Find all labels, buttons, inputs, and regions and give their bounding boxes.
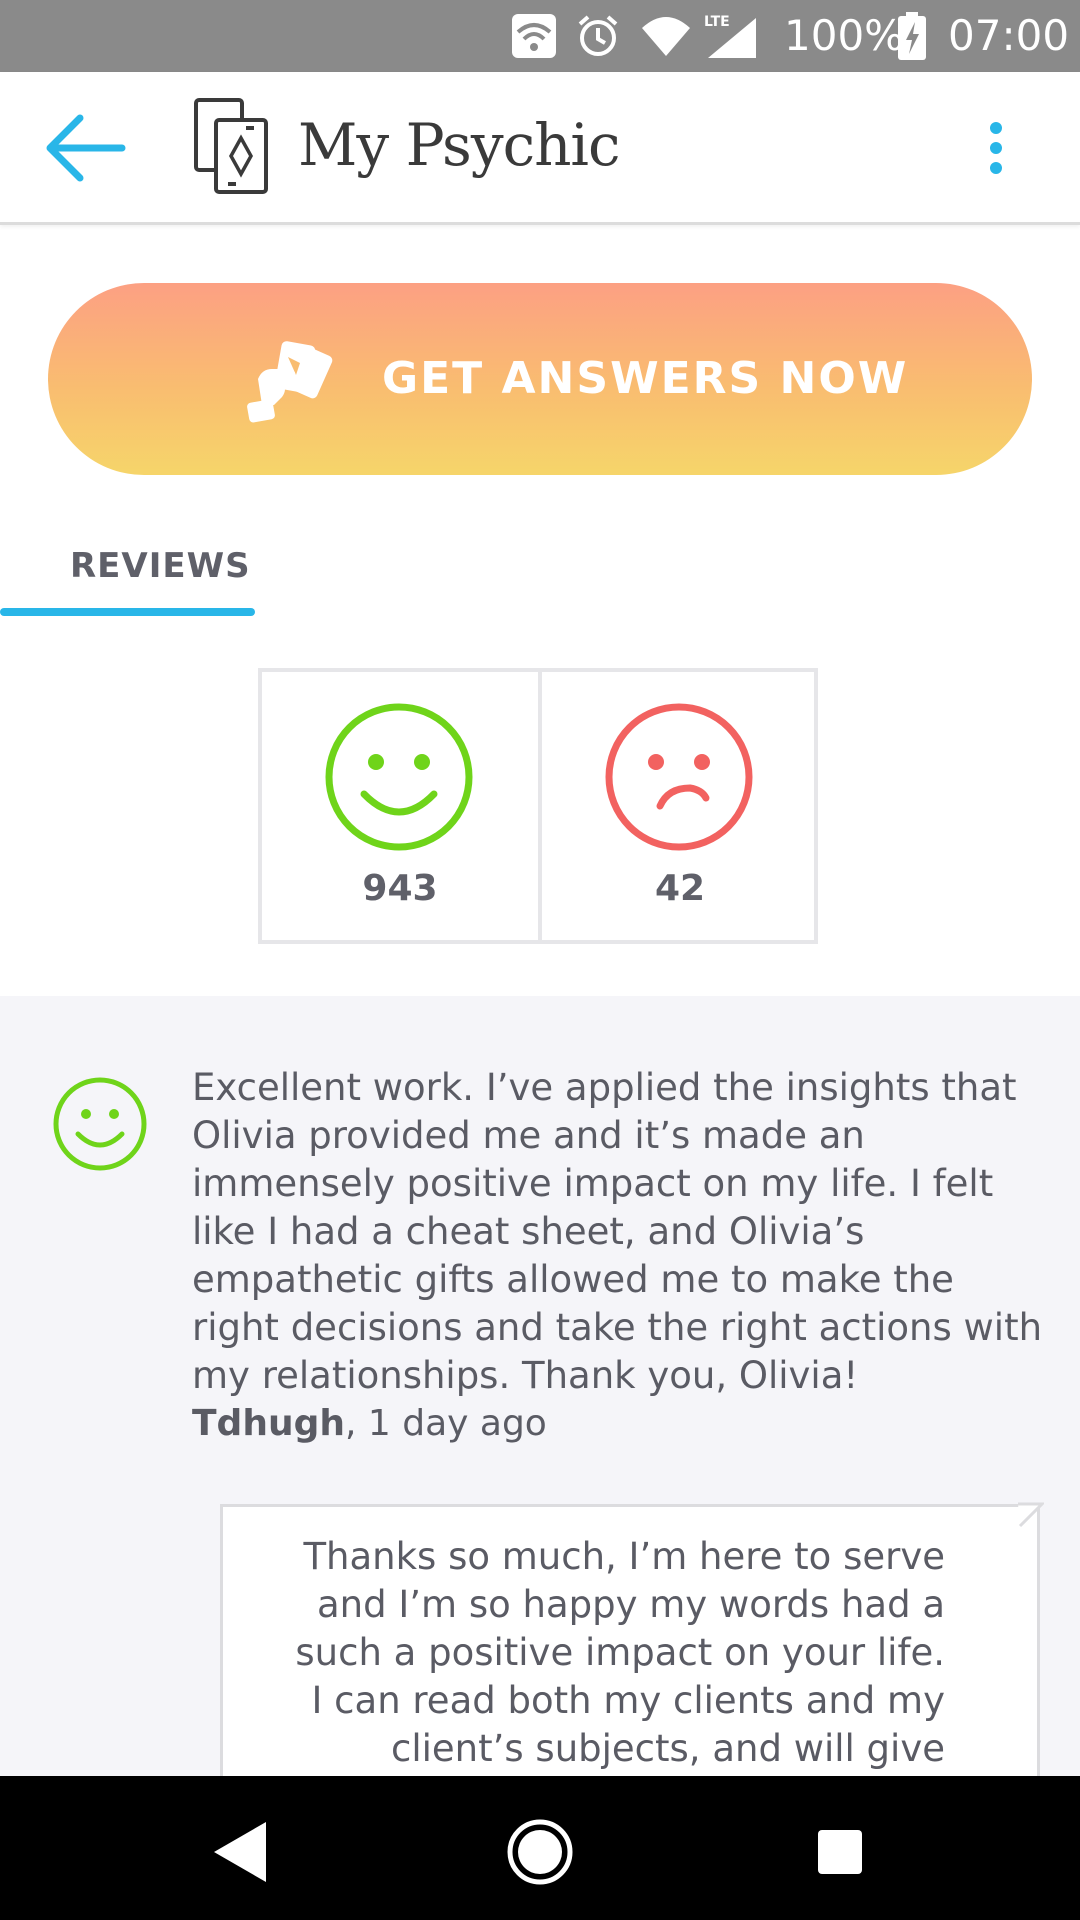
nav-back-icon <box>214 1822 266 1882</box>
tab-reviews-label: REVIEWS <box>70 546 251 586</box>
lte-signal-icon: LTE <box>704 14 756 58</box>
wifi-icon <box>642 17 690 56</box>
cards-logo-icon <box>194 98 268 194</box>
review-meta: Tdhugh, 1 day ago <box>192 1400 547 1448</box>
app-title: My Psychic <box>298 111 620 179</box>
sad-face-icon <box>605 703 753 851</box>
battery-charging-icon <box>898 12 926 60</box>
negative-rating: 42 <box>542 672 818 940</box>
status-bar: LTE 100% 07:00 <box>0 0 1080 72</box>
reply-text: Thanks so much, I’m here to serve and I’… <box>295 1535 945 1770</box>
review-time: , 1 day ago <box>344 1403 547 1444</box>
review-text: Excellent work. I’ve applied the insight… <box>192 1066 1043 1397</box>
battery-percent: 100% <box>784 11 905 60</box>
nav-home-button[interactable] <box>500 1812 580 1892</box>
reply-bubble: Thanks so much, I’m here to serve and I’… <box>220 1504 1040 1776</box>
back-button[interactable] <box>40 108 130 188</box>
review-author: Tdhugh <box>192 1403 345 1444</box>
reply-bubble-tail <box>1018 1502 1044 1528</box>
nav-back-button[interactable] <box>200 1812 280 1892</box>
more-options-button[interactable] <box>968 116 1024 180</box>
positive-count: 943 <box>362 868 438 909</box>
rating-summary: 943 42 <box>258 668 818 944</box>
nav-home-icon <box>507 1819 573 1885</box>
positive-rating: 943 <box>262 672 542 940</box>
negative-count: 42 <box>654 868 706 909</box>
svg-text:LTE: LTE <box>704 14 730 30</box>
tab-active-indicator <box>0 608 255 616</box>
arrow-left-icon <box>46 114 126 182</box>
clock: 07:00 <box>948 11 1070 60</box>
tab-reviews[interactable]: REVIEWS <box>0 530 255 616</box>
get-answers-button[interactable]: GET ANSWERS NOW <box>48 283 1032 475</box>
alarm-icon <box>578 15 618 56</box>
get-answers-label: GET ANSWERS NOW <box>382 353 909 404</box>
wifi-hotspot-icon <box>512 14 556 58</box>
nav-bar <box>0 1776 1080 1920</box>
happy-face-icon <box>325 703 473 851</box>
review-list[interactable]: Excellent work. I’ve applied the insight… <box>0 996 1080 1776</box>
app-bar: My Psychic <box>0 72 1080 225</box>
nav-recents-icon <box>818 1830 862 1874</box>
nav-recents-button[interactable] <box>800 1812 880 1892</box>
hand-cards-icon <box>247 341 333 423</box>
happy-face-icon <box>53 1077 147 1171</box>
